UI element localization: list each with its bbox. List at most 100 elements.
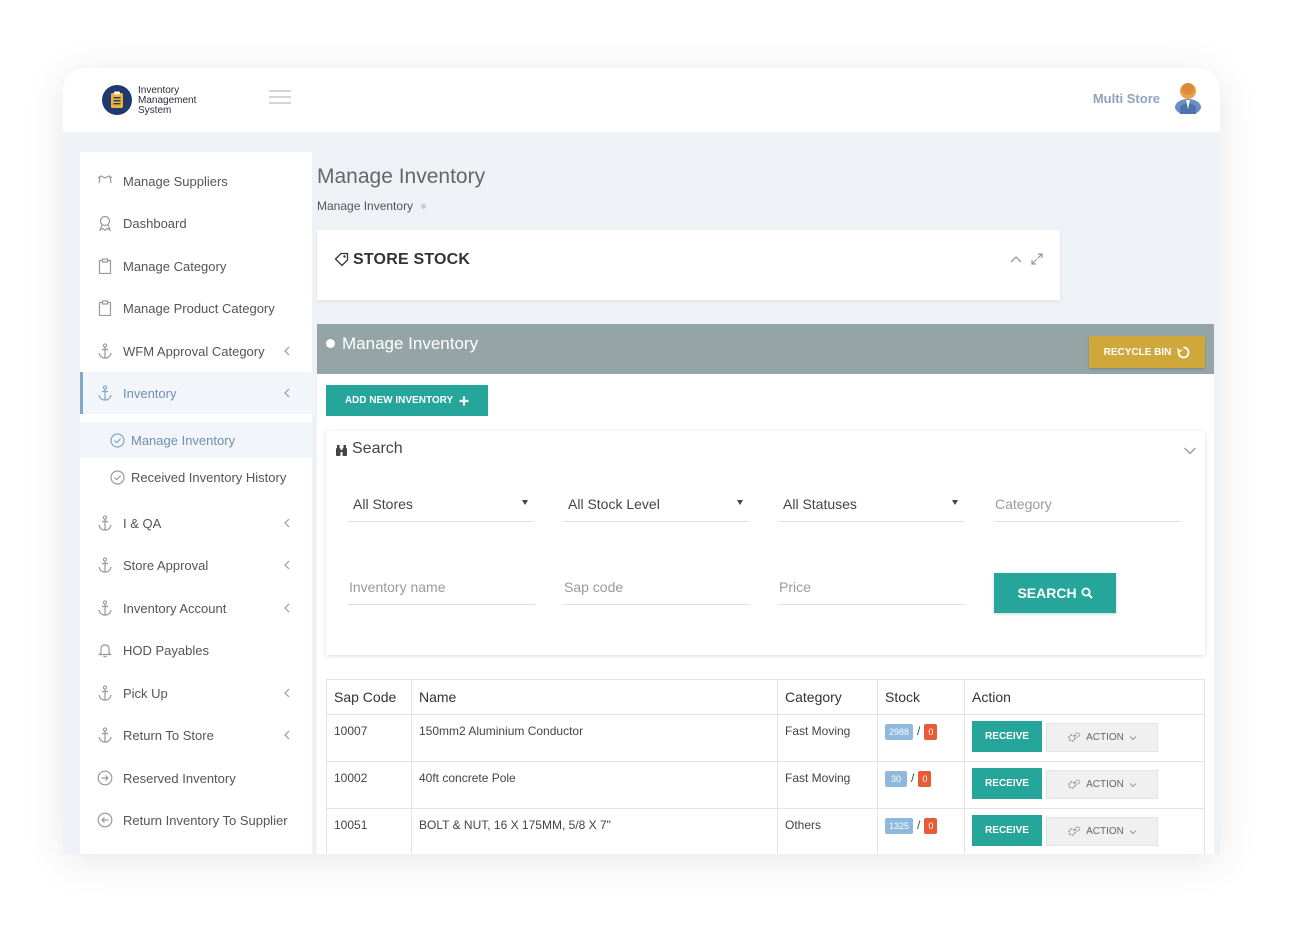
anchor-icon [98,727,112,743]
cell-action: RECEIVE ACTION [964,761,1205,809]
table-row: 10007 150mm2 Aluminium Conductor Fast Mo… [326,714,1205,762]
search-button[interactable]: SEARCH [994,573,1116,613]
column-header-name[interactable]: Name [411,679,778,715]
action-label: ACTION [1086,732,1124,743]
sidebar-item-pick-up[interactable]: Pick Up [80,672,312,714]
inventory-name-input[interactable] [348,570,535,605]
sidebar-item-hod-payables[interactable]: HOD Payables [80,629,312,671]
sidebar-item-label: Manage Product Category [123,300,275,316]
chevron-left-icon [284,560,290,570]
stock-badge: 1325 [885,818,914,834]
price-input[interactable] [778,570,965,605]
sidebar-item-return-to-store[interactable]: Return To Store [80,714,312,756]
arrow-right-circle-icon [97,770,113,786]
sidebar-item-reserved-inventory[interactable]: Reserved Inventory [80,757,312,799]
sidebar-item-wfm-approval-category[interactable]: WFM Approval Category [80,330,312,372]
chevron-down-icon[interactable] [1183,446,1197,456]
cell-category: Fast Moving [777,761,878,809]
sidebar: Manage Suppliers Dashboard Manage Catego… [80,152,315,854]
user-avatar-icon[interactable] [1174,80,1202,115]
cell-stock: 30/0 [877,761,965,809]
receive-button[interactable]: RECEIVE [972,721,1042,752]
store-select[interactable]: All Stores [348,487,534,522]
sidebar-item-inventory-account[interactable]: Inventory Account [80,587,312,629]
check-circle-icon [110,470,125,485]
column-header-category[interactable]: Category [777,679,878,715]
sidebar-item-label: Inventory [123,385,177,401]
stock-badge: 30 [885,771,907,787]
menu-toggle-icon[interactable] [269,90,291,106]
reserved-badge: 0 [924,724,938,740]
store-stock-title: STORE STOCK [353,251,471,268]
clipboard-icon [98,258,112,274]
breadcrumb-separator-icon [421,204,427,210]
chevron-left-icon [284,388,290,398]
sidebar-item-i-qa[interactable]: I & QA [80,502,312,544]
reserved-badge: 0 [918,771,932,787]
caret-down-icon [737,500,743,505]
sidebar-item-label: Manage Suppliers [123,173,228,189]
store-select-value: All Stores [353,496,413,512]
action-dropdown-button[interactable]: ACTION [1046,723,1158,752]
sidebar-item-label: Return To Store [123,727,214,743]
expand-icon[interactable] [1030,252,1044,266]
breadcrumb-item[interactable]: Manage Inventory [317,199,413,213]
status-select[interactable]: All Statuses [778,487,964,522]
cell-stock: 1325/0 [877,808,965,854]
sidebar-item-manage-suppliers[interactable]: Manage Suppliers [80,160,312,202]
action-dropdown-button[interactable]: ACTION [1046,817,1158,846]
sidebar-item-store-approval[interactable]: Store Approval [80,544,312,586]
status-select-value: All Statuses [783,496,857,512]
table-row: 10002 40ft concrete Pole Fast Moving 30/… [326,761,1205,809]
globe-icon [326,339,335,348]
page-title: Manage Inventory [317,165,486,188]
chevron-left-icon [284,730,290,740]
search-panel: Search All Stores All Stock Level All St… [326,431,1205,655]
reserved-badge: 0 [924,818,938,834]
suppliers-icon [97,175,113,184]
anchor-icon [98,515,112,531]
column-header-stock[interactable]: Stock [877,679,965,715]
sidebar-item-label: Manage Category [123,258,227,274]
add-new-inventory-button[interactable]: ADD NEW INVENTORY [326,385,488,416]
column-header-sap-code[interactable]: Sap Code [326,679,412,715]
action-dropdown-button[interactable]: ACTION [1046,770,1158,799]
sidebar-item-return-inventory-to-supplier[interactable]: Return Inventory To Supplier [80,799,312,841]
sidebar-item-dashboard[interactable]: Dashboard [80,202,312,244]
inventory-table: Sap Code Name Category Stock Action 1000… [326,679,1205,854]
cell-sap-code: 10051 [326,808,412,854]
sap-code-input[interactable] [563,570,750,605]
stock-level-select[interactable]: All Stock Level [563,487,749,522]
sidebar-item-label: Reserved Inventory [123,770,236,786]
sidebar-item-manage-product-category[interactable]: Manage Product Category [80,287,312,329]
anchor-icon [98,600,112,616]
stock-badge: 2988 [885,724,914,740]
sidebar-subitem-received-inventory-history[interactable]: Received Inventory History [80,459,312,495]
logo-text: Inventory Management System [138,85,197,116]
sidebar-item-inventory[interactable]: Inventory [80,372,315,414]
search-icon [1081,587,1093,599]
cell-sap-code: 10007 [326,714,412,762]
dashboard-icon [98,215,112,231]
cell-action: RECEIVE ACTION [964,808,1205,854]
stock-level-select-value: All Stock Level [568,496,660,512]
sidebar-item-label: Store Approval [123,557,209,573]
sidebar-item-label: I & QA [123,515,162,531]
chevron-down-icon [1129,829,1137,834]
add-new-inventory-label: ADD NEW INVENTORY [344,395,454,406]
sidebar-subitem-manage-inventory[interactable]: Manage Inventory [80,422,312,458]
receive-button[interactable]: RECEIVE [972,768,1042,799]
sidebar-item-label: HOD Payables [123,642,209,658]
sidebar-item-manage-category[interactable]: Manage Category [80,245,312,287]
store-stock-card: STORE STOCK [317,230,1060,300]
category-input[interactable] [994,487,1181,522]
recycle-bin-button[interactable]: RECYCLE BIN [1089,336,1205,368]
chevron-up-icon[interactable] [1009,252,1023,266]
caret-down-icon [522,500,528,505]
search-button-label: SEARCH [1017,585,1077,601]
app-window: Inventory Management System Multi Store … [63,68,1220,854]
receive-button[interactable]: RECEIVE [972,815,1042,846]
action-label: ACTION [1086,826,1124,837]
user-name[interactable]: Multi Store [1093,91,1160,106]
chevron-down-icon [1129,782,1137,787]
